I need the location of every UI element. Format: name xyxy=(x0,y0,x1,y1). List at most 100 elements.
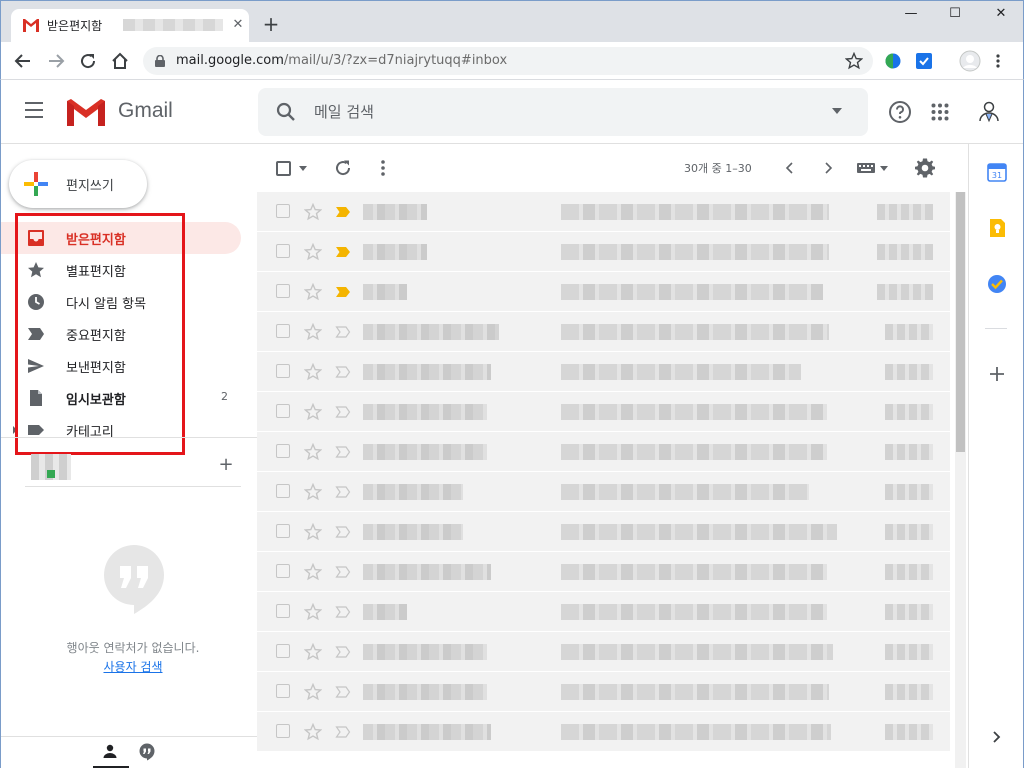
sidebar-item-drafts[interactable]: 임시보관함 2 xyxy=(1,382,241,414)
email-row[interactable] xyxy=(257,512,950,552)
important-marker-icon[interactable] xyxy=(335,646,351,658)
refresh-icon[interactable] xyxy=(334,159,352,177)
search-icon[interactable] xyxy=(276,102,296,122)
apps-grid-icon[interactable] xyxy=(931,103,949,121)
extension-circle-icon[interactable] xyxy=(885,53,901,69)
browser-menu-icon[interactable] xyxy=(995,53,1001,69)
keyboard-icon[interactable] xyxy=(857,162,889,174)
email-select-checkbox[interactable] xyxy=(276,284,290,298)
gmail-wordmark[interactable]: Gmail xyxy=(118,99,173,123)
contacts-tab[interactable] xyxy=(93,737,129,768)
bookmark-star-icon[interactable] xyxy=(845,52,863,70)
account-avatar-icon[interactable] xyxy=(977,99,1001,123)
sidebar-item-inbox[interactable]: 받은편지함 xyxy=(1,222,241,254)
select-all-checkbox[interactable] xyxy=(276,161,291,176)
email-select-checkbox[interactable] xyxy=(276,204,290,218)
email-list-scrollbar[interactable] xyxy=(955,192,966,768)
search-bar[interactable] xyxy=(258,88,868,136)
tab-close-icon[interactable]: ✕ xyxy=(231,17,245,33)
important-marker-icon[interactable] xyxy=(335,286,351,298)
find-user-link[interactable]: 사용자 검색 xyxy=(1,658,265,675)
browser-tab[interactable]: 받은편지함 ✕ xyxy=(11,9,249,43)
profile-avatar-icon[interactable] xyxy=(959,50,981,72)
email-select-checkbox[interactable] xyxy=(276,604,290,618)
star-icon[interactable] xyxy=(304,723,322,741)
star-icon[interactable] xyxy=(304,403,322,421)
back-arrow-icon[interactable] xyxy=(13,51,33,71)
help-icon[interactable] xyxy=(888,100,912,124)
select-options-chevron-icon[interactable] xyxy=(299,166,307,171)
important-marker-icon[interactable] xyxy=(335,446,351,458)
star-icon[interactable] xyxy=(304,683,322,701)
email-row[interactable] xyxy=(257,352,950,392)
important-marker-icon[interactable] xyxy=(335,526,351,538)
calendar-icon[interactable]: 31 xyxy=(987,162,1007,182)
star-icon[interactable] xyxy=(304,443,322,461)
important-marker-icon[interactable] xyxy=(335,206,351,218)
important-marker-icon[interactable] xyxy=(335,566,351,578)
more-options-icon[interactable] xyxy=(380,159,386,177)
extension-check-icon[interactable] xyxy=(916,53,932,69)
keep-icon[interactable] xyxy=(987,218,1007,238)
email-row[interactable] xyxy=(257,712,950,752)
important-marker-icon[interactable] xyxy=(335,686,351,698)
star-icon[interactable] xyxy=(304,363,322,381)
star-icon[interactable] xyxy=(304,603,322,621)
star-icon[interactable] xyxy=(304,203,322,221)
email-select-checkbox[interactable] xyxy=(276,724,290,738)
search-input[interactable] xyxy=(314,98,774,126)
sidebar-item-starred[interactable]: 별표편지함 xyxy=(1,254,241,286)
email-row[interactable] xyxy=(257,392,950,432)
sidebar-item-important[interactable]: 중요편지함 xyxy=(1,318,241,350)
important-marker-icon[interactable] xyxy=(335,606,351,618)
email-select-checkbox[interactable] xyxy=(276,684,290,698)
window-minimize-button[interactable]: — xyxy=(893,6,929,26)
star-icon[interactable] xyxy=(304,643,322,661)
star-icon[interactable] xyxy=(304,483,322,501)
email-select-checkbox[interactable] xyxy=(276,564,290,578)
expand-arrow-icon[interactable] xyxy=(13,426,17,434)
new-tab-button[interactable]: + xyxy=(259,13,283,37)
sidebar-item-sent[interactable]: 보낸편지함 xyxy=(1,350,241,382)
email-row[interactable] xyxy=(257,472,950,512)
email-select-checkbox[interactable] xyxy=(276,524,290,538)
important-marker-icon[interactable] xyxy=(335,486,351,498)
star-icon[interactable] xyxy=(304,283,322,301)
tasks-icon[interactable] xyxy=(987,274,1007,294)
window-maximize-button[interactable]: ☐ xyxy=(937,6,973,26)
scrollbar-thumb[interactable] xyxy=(956,192,965,452)
gmail-logo-icon[interactable] xyxy=(67,98,105,126)
email-row[interactable] xyxy=(257,312,950,352)
email-row[interactable] xyxy=(257,272,950,312)
gear-icon[interactable] xyxy=(915,158,935,178)
important-marker-icon[interactable] xyxy=(335,726,351,738)
compose-button[interactable]: 편지쓰기 xyxy=(9,160,147,208)
chevron-right-icon[interactable] xyxy=(989,729,1003,745)
add-contact-button[interactable]: + xyxy=(217,454,235,475)
email-row[interactable] xyxy=(257,592,950,632)
important-marker-icon[interactable] xyxy=(335,326,351,338)
email-select-checkbox[interactable] xyxy=(276,324,290,338)
sidebar-item-categories[interactable]: 카테고리 xyxy=(1,414,241,446)
email-select-checkbox[interactable] xyxy=(276,364,290,378)
star-icon[interactable] xyxy=(304,323,322,341)
email-select-checkbox[interactable] xyxy=(276,644,290,658)
email-row[interactable] xyxy=(257,232,950,272)
important-marker-icon[interactable] xyxy=(335,406,351,418)
address-bar[interactable]: mail.google.com/mail/u/3/?zx=d7niajrytuq… xyxy=(143,47,873,75)
star-icon[interactable] xyxy=(304,563,322,581)
email-select-checkbox[interactable] xyxy=(276,404,290,418)
email-row[interactable] xyxy=(257,632,950,672)
star-icon[interactable] xyxy=(304,243,322,261)
email-select-checkbox[interactable] xyxy=(276,244,290,258)
email-row[interactable] xyxy=(257,552,950,592)
window-close-button[interactable]: ✕ xyxy=(983,6,1019,26)
email-row[interactable] xyxy=(257,192,950,232)
reload-icon[interactable] xyxy=(78,51,98,71)
email-row[interactable] xyxy=(257,672,950,712)
star-icon[interactable] xyxy=(304,523,322,541)
important-marker-icon[interactable] xyxy=(335,246,351,258)
get-addons-plus-icon[interactable] xyxy=(987,364,1007,384)
search-options-chevron-icon[interactable] xyxy=(832,108,842,114)
important-marker-icon[interactable] xyxy=(335,366,351,378)
